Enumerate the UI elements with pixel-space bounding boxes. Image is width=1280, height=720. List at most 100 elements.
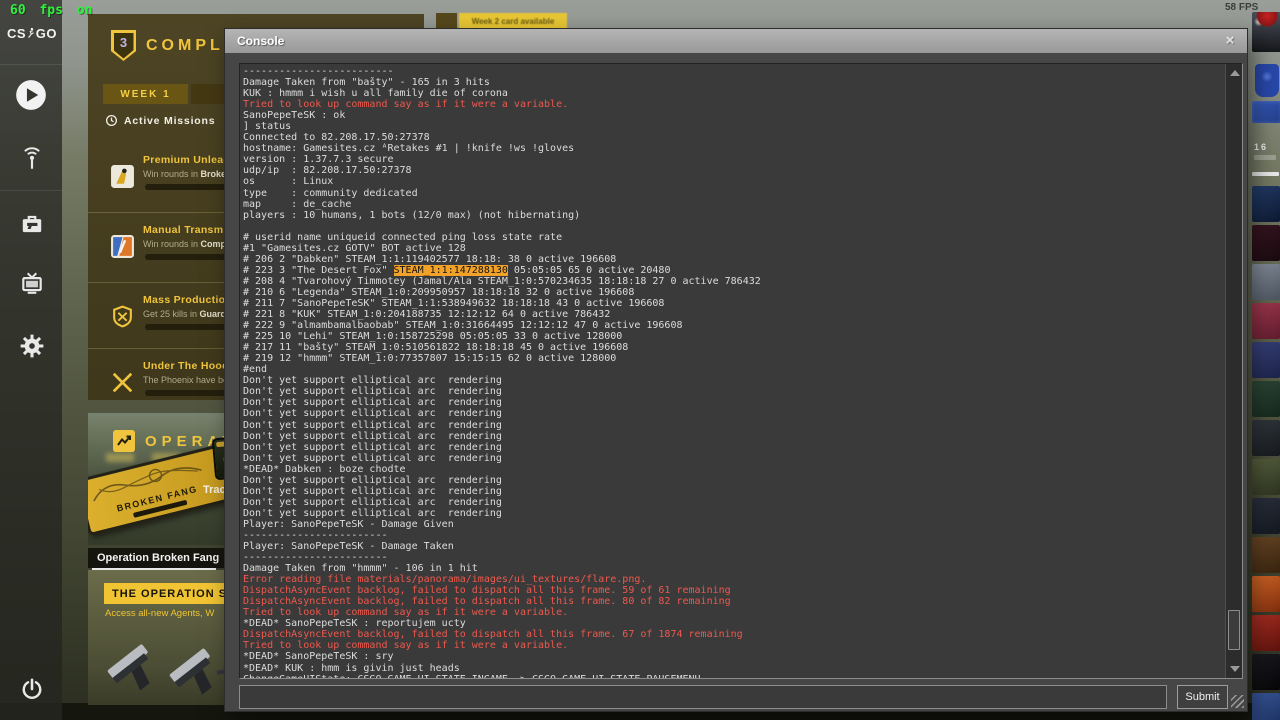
blurred-stat bbox=[106, 453, 134, 462]
console-line: DispatchAsyncEvent backlog, failed to di… bbox=[243, 585, 1222, 596]
console-window: Console × ------------------------- Damag… bbox=[224, 28, 1248, 712]
item-thumbnail[interactable] bbox=[1252, 420, 1280, 456]
console-titlebar[interactable]: Console × bbox=[225, 29, 1247, 53]
active-missions-row: Active Missions bbox=[105, 114, 215, 127]
item-thumbnail[interactable] bbox=[1252, 498, 1280, 534]
console-output-area: ------------------------- Damage Taken fr… bbox=[239, 63, 1243, 679]
console-line: Tried to look up command say as if it we… bbox=[243, 640, 1222, 651]
console-line: os : Linux bbox=[243, 176, 1222, 187]
fps-overlay: 60 fps on bbox=[10, 3, 92, 18]
item-thumbnail[interactable] bbox=[1252, 576, 1280, 612]
console-line: Tried to look up command say as if it we… bbox=[243, 607, 1222, 618]
badge-count: 3 bbox=[114, 33, 134, 59]
console-line: Damage Taken from "hmmm" - 106 in 1 hit bbox=[243, 563, 1222, 574]
console-line: Player: SanoPepeTeSK - Damage Taken bbox=[243, 541, 1222, 552]
console-line: Player: SanoPepeTeSK - Damage Given bbox=[243, 519, 1222, 530]
console-line: DispatchAsyncEvent backlog, failed to di… bbox=[243, 596, 1222, 607]
console-line: Tried to look up command say as if it we… bbox=[243, 99, 1222, 110]
console-line: Don't yet support elliptical arc renderi… bbox=[243, 431, 1222, 442]
close-icon[interactable]: × bbox=[1221, 32, 1239, 50]
logo-text-cs: CS bbox=[7, 26, 26, 41]
watch-tv-icon[interactable] bbox=[19, 270, 45, 296]
shop-subtitle: Access all-new Agents, W bbox=[105, 608, 214, 619]
mission-icon-guardian-shield bbox=[110, 304, 135, 329]
profile-level-sub bbox=[1254, 155, 1276, 160]
console-scrollbar[interactable] bbox=[1225, 64, 1242, 678]
console-line: *DEAD* SanoPepeTeSK : sry bbox=[243, 651, 1222, 662]
item-thumbnail[interactable] bbox=[1252, 186, 1280, 222]
mission-icon-crossed-knives bbox=[110, 370, 135, 395]
console-line: KUK : hmmm i wish u all family die of co… bbox=[243, 88, 1222, 99]
scroll-up-button[interactable] bbox=[1226, 66, 1243, 80]
item-thumbnail[interactable] bbox=[1252, 615, 1280, 651]
broadcast-icon[interactable] bbox=[19, 146, 45, 172]
console-line: # userid name uniqueid connected ping lo… bbox=[243, 232, 1222, 243]
tab-week-1[interactable]: WEEK 1 bbox=[103, 84, 188, 104]
triangle-up-icon bbox=[1230, 70, 1240, 76]
item-thumbnail[interactable] bbox=[1252, 537, 1280, 573]
submit-button[interactable]: Submit bbox=[1177, 685, 1228, 709]
console-line: udp/ip : 82.208.17.50:27378 bbox=[243, 165, 1222, 176]
console-line: Don't yet support elliptical arc renderi… bbox=[243, 420, 1222, 431]
console-line: Don't yet support elliptical arc renderi… bbox=[243, 442, 1222, 453]
main-nav-sidebar: CS GO bbox=[0, 0, 62, 720]
inventory-case-icon[interactable] bbox=[19, 211, 45, 237]
item-thumbnail[interactable] bbox=[1252, 303, 1280, 339]
console-line: # 211 7 "SanoPepeTeSK" STEAM_1:1:5389496… bbox=[243, 298, 1222, 309]
item-thumbnail[interactable] bbox=[1252, 381, 1280, 417]
console-line: type : community dedicated bbox=[243, 188, 1222, 199]
resize-grip[interactable] bbox=[1231, 695, 1244, 708]
console-line: #end bbox=[243, 364, 1222, 375]
console-line: Don't yet support elliptical arc renderi… bbox=[243, 508, 1222, 519]
right-rail-thumbs bbox=[1252, 186, 1280, 720]
active-missions-label: Active Missions bbox=[124, 115, 215, 127]
track-label: Trac bbox=[203, 484, 226, 496]
console-command-input[interactable] bbox=[239, 685, 1167, 709]
logo-text-go: GO bbox=[36, 26, 57, 41]
player-avatar[interactable] bbox=[1252, 12, 1280, 52]
console-line: # 208 4 "Tvarohový Timmotey (Jamal/Ala S… bbox=[243, 276, 1222, 287]
console-line: *DEAD* Dabken : boze chodte bbox=[243, 464, 1222, 475]
settings-gear-icon[interactable] bbox=[19, 333, 45, 359]
item-thumbnail[interactable] bbox=[1252, 342, 1280, 378]
console-line: ------------------------- bbox=[243, 66, 1222, 77]
mission-title: Mass Production bbox=[143, 294, 232, 306]
console-line bbox=[243, 221, 1222, 232]
mission-icon-broken-fang-premier bbox=[110, 164, 135, 189]
console-line: # 217 11 "bašty" STEAM_1:0:510561822 18:… bbox=[243, 342, 1222, 353]
console-line: Don't yet support elliptical arc renderi… bbox=[243, 497, 1222, 508]
console-line: ------------------------ bbox=[243, 552, 1222, 563]
item-thumbnail[interactable] bbox=[1252, 693, 1280, 720]
item-thumbnail[interactable] bbox=[1252, 459, 1280, 495]
operation-section-label: Operation Broken Fang bbox=[97, 552, 219, 564]
scroll-down-button[interactable] bbox=[1226, 662, 1243, 676]
console-line: SanoPepeTeSK : ok bbox=[243, 110, 1222, 121]
right-rail: 16 bbox=[1252, 0, 1280, 720]
console-line: ] status bbox=[243, 121, 1222, 132]
console-line: Don't yet support elliptical arc renderi… bbox=[243, 375, 1222, 386]
logo-runner-icon bbox=[27, 26, 35, 40]
profile-level: 16 bbox=[1254, 142, 1268, 152]
quit-power-icon[interactable] bbox=[19, 676, 45, 702]
scrollbar-thumb[interactable] bbox=[1228, 610, 1240, 650]
console-output: ------------------------- Damage Taken fr… bbox=[243, 66, 1222, 679]
console-line: # 225 10 "Lehi" STEAM_1:0:158725298 05:0… bbox=[243, 331, 1222, 342]
csgo-logo: CS GO bbox=[7, 24, 57, 42]
item-thumbnail[interactable] bbox=[1252, 264, 1280, 300]
console-line: players : 10 humans, 1 bots (12/0 max) (… bbox=[243, 210, 1222, 221]
console-line: Don't yet support elliptical arc renderi… bbox=[243, 386, 1222, 397]
completed-count-badge: 3 bbox=[111, 30, 136, 61]
item-thumbnail[interactable] bbox=[1252, 225, 1280, 261]
rank-badge bbox=[1255, 64, 1279, 97]
console-line: hostname: Gamesites.cz ᴬRetakes #1 | !kn… bbox=[243, 143, 1222, 154]
console-line: # 210 6 "Legenda" STEAM_1:0:209950957 18… bbox=[243, 287, 1222, 298]
console-line: Don't yet support elliptical arc renderi… bbox=[243, 453, 1222, 464]
triangle-down-icon bbox=[1230, 666, 1240, 672]
sidebar-divider bbox=[0, 64, 62, 65]
play-icon[interactable] bbox=[13, 77, 49, 113]
console-title: Console bbox=[237, 29, 284, 53]
item-thumbnail[interactable] bbox=[1252, 654, 1280, 690]
sidebar-divider bbox=[0, 190, 62, 191]
mission-icon-competitive bbox=[110, 234, 135, 259]
console-line: DispatchAsyncEvent backlog, failed to di… bbox=[243, 629, 1222, 640]
